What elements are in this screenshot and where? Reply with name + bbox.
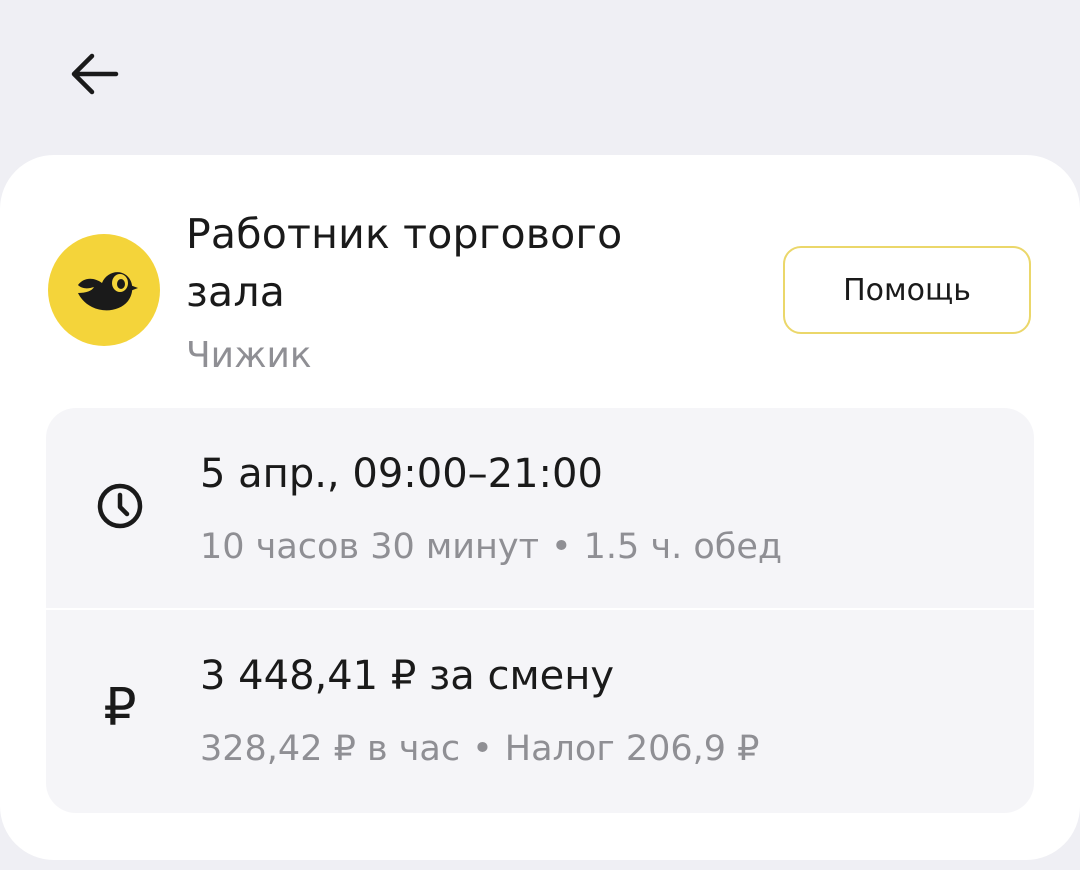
job-title: Работник торгового зала (186, 210, 623, 316)
shift-details: 10 часов 30 минут • 1.5 ч. обед (200, 522, 782, 572)
payment-total: 3 448,41 ₽ за смену (200, 653, 615, 699)
payment-tax: Налог 206,9 ₽ (504, 729, 760, 769)
clock-icon (92, 478, 148, 534)
employer-logo (48, 234, 160, 346)
dot-separator: • (551, 527, 572, 567)
payment-hourly: 328,42 ₽ в час (200, 729, 461, 769)
ruble-icon: ₽ (103, 678, 137, 738)
shift-time-row: 5 апр., 09:00–21:00 10 часов 30 минут • 1.… (46, 408, 1034, 608)
back-button[interactable] (62, 42, 126, 106)
shift-datetime: 5 апр., 09:00–21:00 (200, 451, 603, 497)
shift-duration: 10 часов 30 минут (200, 527, 539, 567)
employer-name: Чижик (186, 335, 312, 376)
payment-details: 328,42 ₽ в час • Налог 206,9 ₽ (200, 724, 759, 774)
dot-separator: • (472, 729, 493, 769)
shift-info-box: 5 апр., 09:00–21:00 10 часов 30 минут • 1.… (46, 408, 1034, 813)
bird-logo-icon (78, 272, 138, 311)
shift-lunch: 1.5 ч. обед (583, 527, 783, 567)
help-button[interactable]: Помощь (783, 246, 1031, 334)
payment-row: ₽ 3 448,41 ₽ за смену 328,42 ₽ в час • Нал… (46, 610, 1034, 810)
arrow-left-icon (71, 53, 119, 95)
